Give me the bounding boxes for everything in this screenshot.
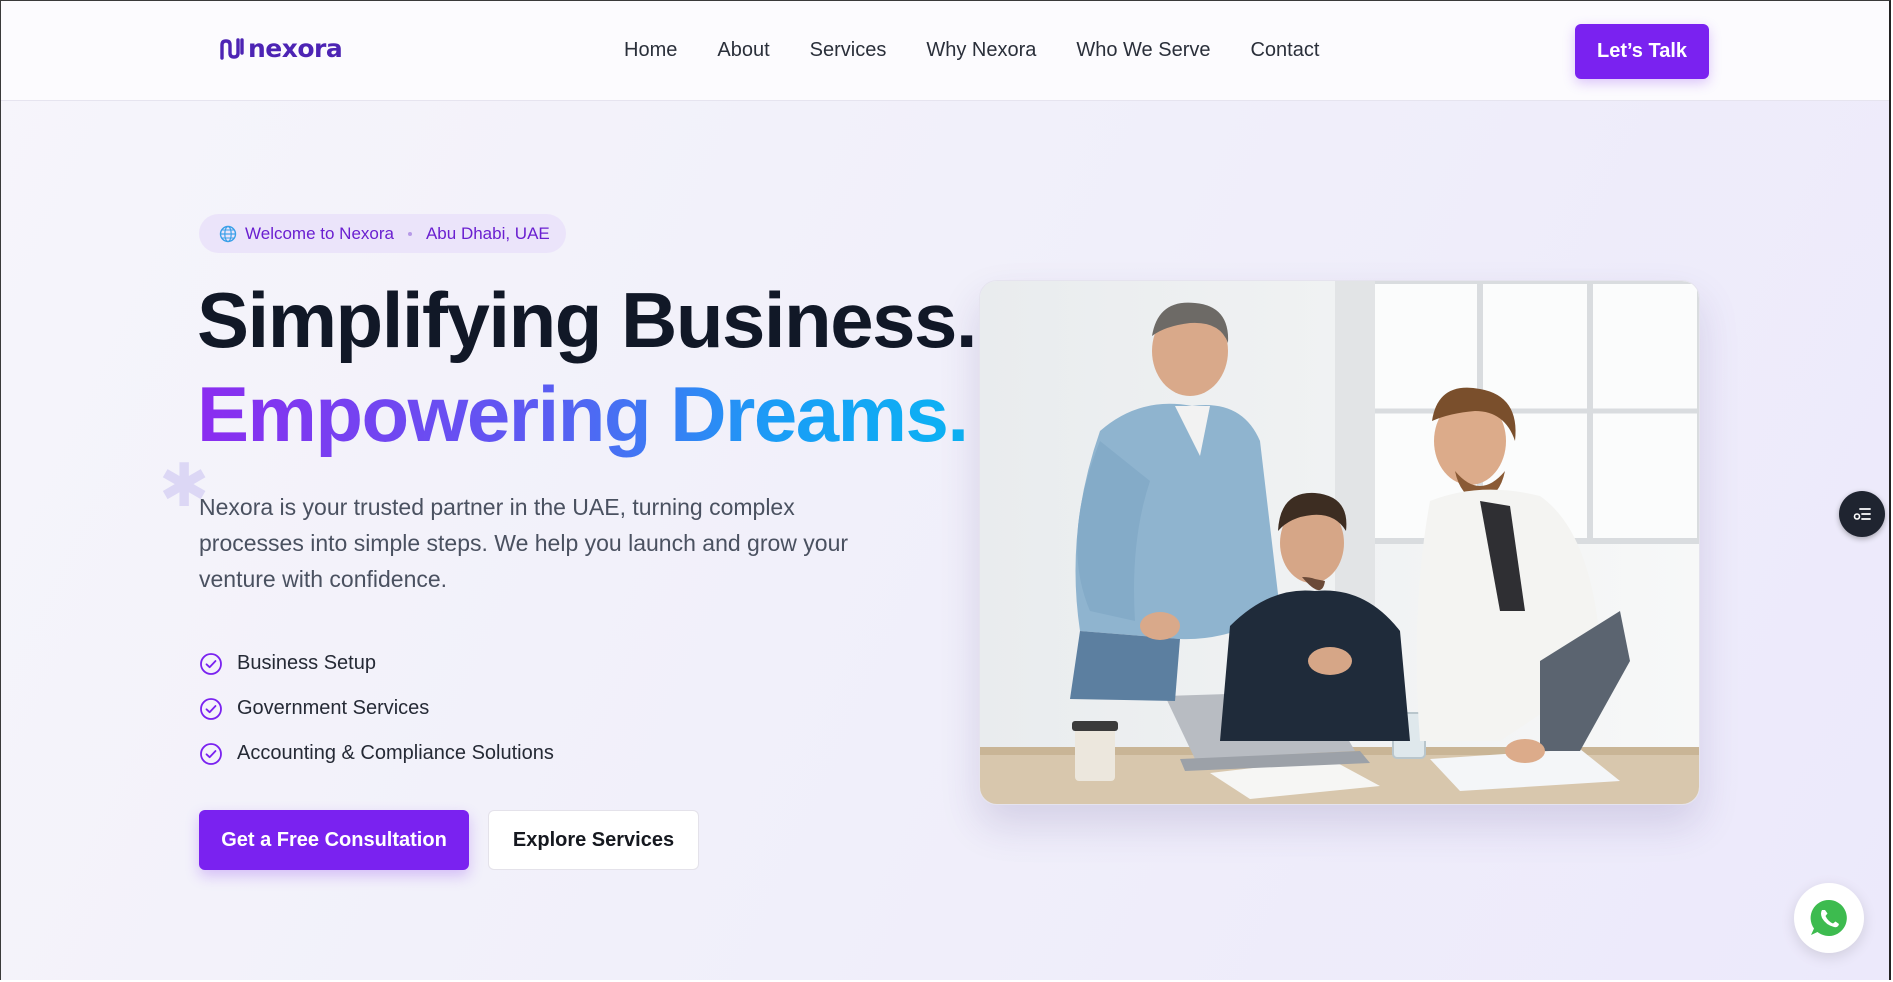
nexora-logo[interactable]: nexora <box>219 34 343 63</box>
free-consultation-button[interactable]: Get a Free Consultation <box>199 810 469 870</box>
feature-label: Accounting & Compliance Solutions <box>237 742 554 764</box>
nav-who-we-serve[interactable]: Who We Serve <box>1076 39 1210 62</box>
list-settings-icon <box>1853 508 1871 520</box>
welcome-badge: Welcome to Nexora Abu Dhabi, UAE <box>199 214 566 253</box>
badge-separator <box>407 231 412 236</box>
badge-welcome-text: Welcome to Nexora <box>245 223 394 243</box>
feature-label: Business Setup <box>237 652 376 674</box>
nav-contact[interactable]: Contact <box>1250 39 1319 62</box>
explore-services-button[interactable]: Explore Services <box>488 810 699 870</box>
nexora-logo-mark-icon <box>220 37 244 60</box>
check-circle-icon <box>200 742 222 765</box>
hero-description: Nexora is your trusted partner in the UA… <box>199 494 849 592</box>
nav-why-nexora[interactable]: Why Nexora <box>926 39 1036 62</box>
feature-list: Business Setup Government Services Accou… <box>199 641 554 776</box>
page-frame: nexora Home About Services Why Nexora Wh… <box>0 0 1891 980</box>
nav-services[interactable]: Services <box>810 39 887 62</box>
hero-title-line1: Simplifying Business. <box>197 276 978 364</box>
floating-menu-button[interactable] <box>1839 491 1885 537</box>
whatsapp-chat-button[interactable] <box>1794 883 1864 953</box>
whatsapp-icon <box>1810 899 1847 936</box>
feature-label: Government Services <box>237 697 430 719</box>
globe-icon <box>219 225 237 242</box>
feature-item: Government Services <box>199 686 554 731</box>
main-nav: Home About Services Why Nexora Who We Se… <box>624 39 1319 62</box>
badge-location-text: Abu Dhabi, UAE <box>425 223 550 243</box>
feature-item: Business Setup <box>199 641 554 686</box>
nav-about[interactable]: About <box>717 39 769 62</box>
logo-wordmark: nexora <box>248 34 343 63</box>
nav-home[interactable]: Home <box>624 39 677 62</box>
hero-title-line2: Empowering Dreams. <box>197 370 969 458</box>
feature-item: Accounting & Compliance Solutions <box>199 731 554 776</box>
office-team-illustration <box>980 281 1699 804</box>
hero-team-photo <box>979 280 1700 805</box>
check-circle-icon <box>200 652 222 675</box>
lets-talk-button[interactable]: Let’s Talk <box>1575 24 1709 79</box>
check-circle-icon <box>200 697 222 720</box>
site-header: nexora Home About Services Why Nexora Wh… <box>1 1 1889 101</box>
